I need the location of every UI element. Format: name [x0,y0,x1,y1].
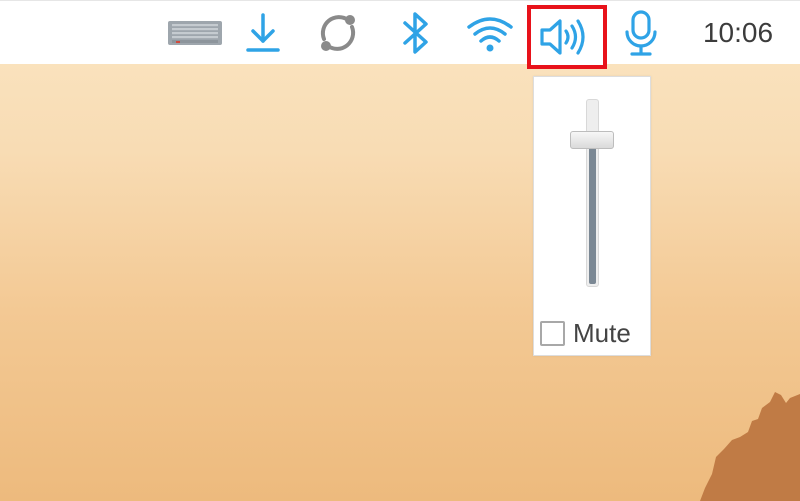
sync-icon [320,15,356,51]
microphone-icon [625,10,657,56]
microphone-tray-button[interactable] [618,7,664,61]
keyboard-icon [168,21,222,45]
sync-tray-button[interactable] [310,9,366,57]
mute-label: Mute [573,317,631,348]
volume-popup: Mute [533,76,651,356]
volume-tray-button[interactable] [527,5,607,69]
volume-slider-fill [589,139,596,284]
download-tray-button[interactable] [240,9,286,57]
desktop-background [0,0,800,501]
keyboard-tray-button[interactable] [164,13,226,53]
taskbar: 10:06 [0,0,800,69]
mute-option[interactable]: Mute [540,317,648,349]
bluetooth-icon [403,12,428,54]
wallpaper-rock-silhouette [700,392,800,501]
volume-slider-handle[interactable] [570,131,614,150]
clock[interactable]: 10:06 [690,9,786,57]
volume-slider-track[interactable] [586,99,599,287]
mute-checkbox[interactable] [540,320,565,346]
bluetooth-tray-button[interactable] [394,7,438,59]
wifi-icon [467,17,513,52]
speaker-volume-icon [540,19,585,55]
download-icon [246,13,280,52]
wifi-tray-button[interactable] [460,9,520,57]
